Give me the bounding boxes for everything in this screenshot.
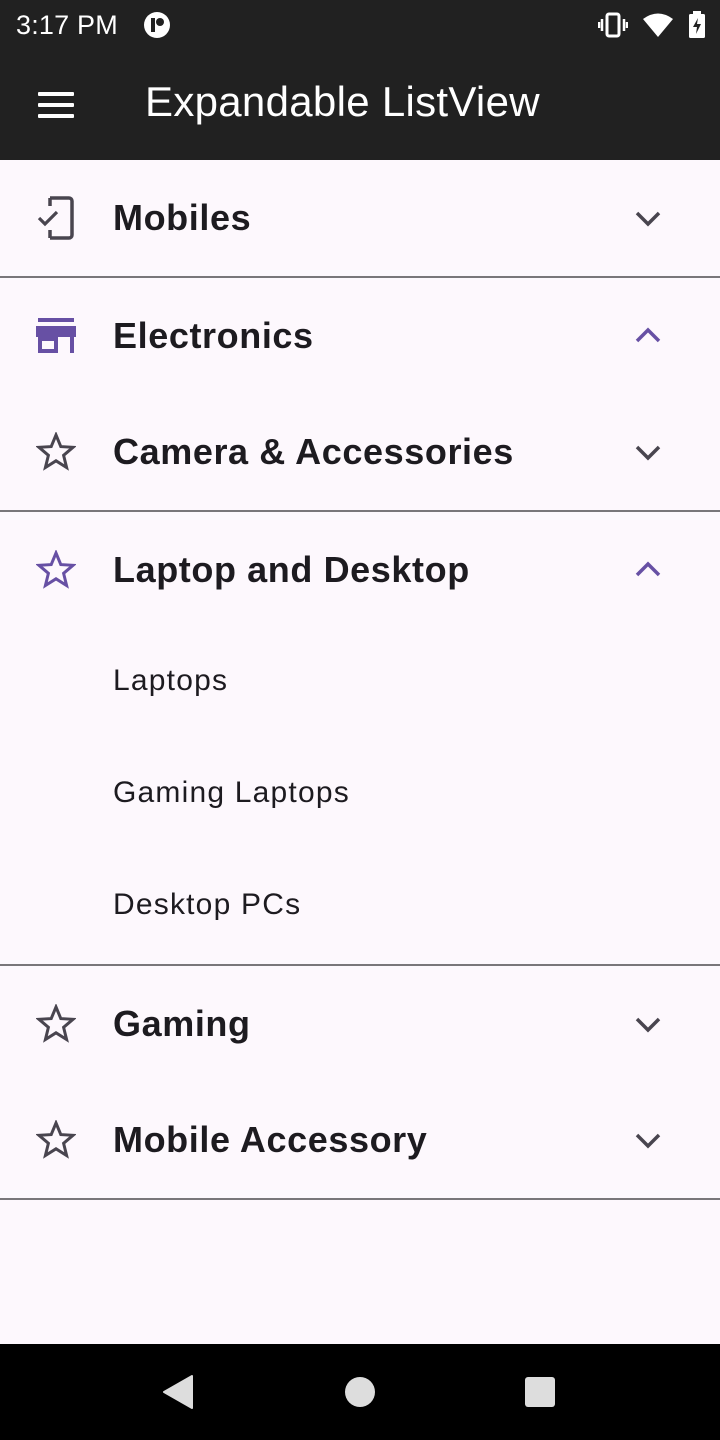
status-bar: 3:17 PM 4 bbox=[0, 0, 720, 48]
star-outline-icon bbox=[36, 1120, 76, 1160]
phone-check-icon bbox=[36, 196, 76, 240]
home-icon[interactable] bbox=[342, 1372, 378, 1412]
star-outline-icon bbox=[36, 432, 76, 472]
battery-charging-icon bbox=[689, 11, 705, 38]
store-icon bbox=[36, 316, 76, 356]
app-bar: Expandable ListView bbox=[0, 48, 720, 160]
svg-text:4: 4 bbox=[663, 27, 669, 38]
vibrate-icon bbox=[598, 12, 628, 38]
back-icon[interactable] bbox=[160, 1372, 196, 1412]
list-item-gaming-laptops[interactable]: Gaming Laptops bbox=[0, 740, 720, 852]
divider bbox=[0, 1198, 720, 1200]
group-camera-accessories[interactable]: Camera & Accessories bbox=[0, 394, 720, 510]
group-label: Camera & Accessories bbox=[113, 431, 514, 472]
chevron-up-icon[interactable] bbox=[632, 554, 664, 586]
status-time: 3:17 PM bbox=[16, 10, 118, 40]
system-nav-bar bbox=[0, 1344, 720, 1440]
child-label: Laptops bbox=[113, 664, 229, 697]
star-outline-icon bbox=[36, 1004, 76, 1044]
group-laptop-desktop[interactable]: Laptop and Desktop bbox=[0, 512, 720, 628]
group-gaming[interactable]: Gaming bbox=[0, 966, 720, 1082]
hamburger-menu-icon[interactable] bbox=[38, 92, 74, 118]
star-outline-icon bbox=[36, 550, 76, 590]
chevron-down-icon[interactable] bbox=[632, 1008, 664, 1040]
group-mobile-accessory[interactable]: Mobile Accessory bbox=[0, 1082, 720, 1198]
child-label: Desktop PCs bbox=[113, 888, 302, 921]
group-mobiles[interactable]: Mobiles bbox=[0, 160, 720, 276]
chevron-down-icon[interactable] bbox=[632, 202, 664, 234]
page-title: Expandable ListView bbox=[145, 78, 540, 125]
group-label: Mobiles bbox=[113, 197, 252, 238]
list-item-laptops[interactable]: Laptops bbox=[0, 628, 720, 740]
list-item-desktop-pcs[interactable]: Desktop PCs bbox=[0, 852, 720, 964]
group-label: Laptop and Desktop bbox=[113, 549, 470, 590]
chevron-down-icon[interactable] bbox=[632, 1124, 664, 1156]
group-electronics[interactable]: Electronics bbox=[0, 278, 720, 394]
group-label: Electronics bbox=[113, 315, 314, 356]
chevron-down-icon[interactable] bbox=[632, 436, 664, 468]
group-label: Gaming bbox=[113, 1003, 251, 1044]
child-label: Gaming Laptops bbox=[113, 776, 350, 809]
wifi-icon: 4 bbox=[643, 13, 673, 38]
expandable-list: Mobiles Electronics Camera & Accessories… bbox=[0, 160, 720, 1200]
chevron-up-icon[interactable] bbox=[632, 320, 664, 352]
status-icons: 4 bbox=[598, 11, 706, 39]
group-label: Mobile Accessory bbox=[113, 1119, 428, 1160]
recents-icon[interactable] bbox=[522, 1372, 558, 1412]
app-notification-icon bbox=[144, 12, 170, 38]
